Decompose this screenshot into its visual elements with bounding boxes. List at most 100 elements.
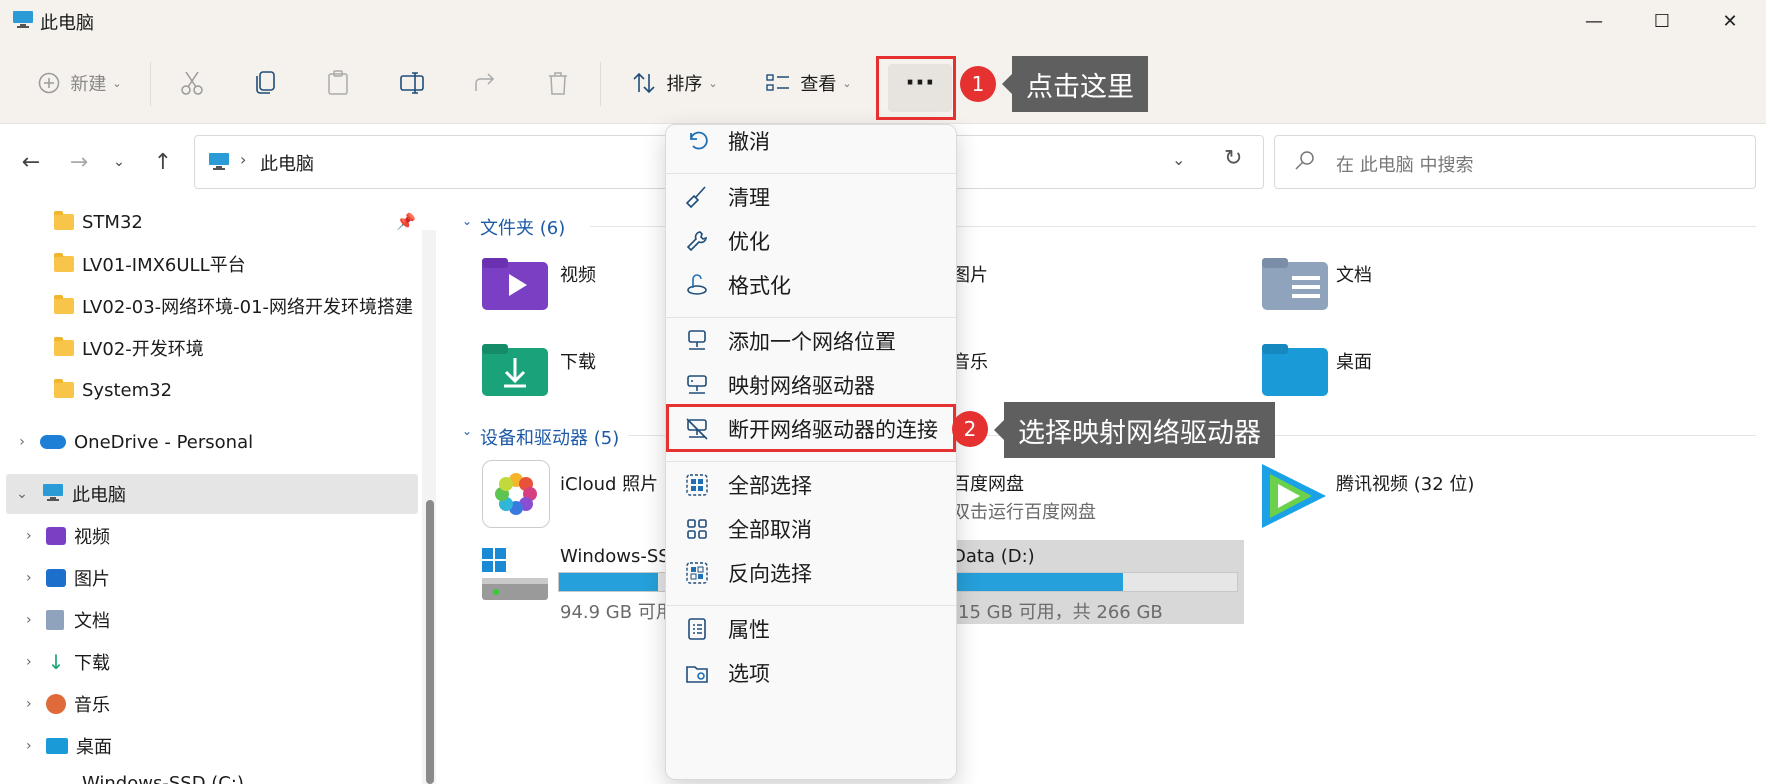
search-icon xyxy=(1294,150,1316,177)
menu-item-invert-selection[interactable]: 反向选择 xyxy=(670,550,952,596)
chevron-down-icon: ⌄ xyxy=(113,154,125,170)
forward-button[interactable]: → xyxy=(64,147,94,177)
view-button[interactable]: 查看 ⌄ xyxy=(754,42,864,124)
menu-item-wrench[interactable]: 优化 xyxy=(670,218,952,264)
folder-icon xyxy=(54,379,74,398)
up-button[interactable]: ↑ xyxy=(148,147,178,177)
address-dropdown-icon[interactable]: ⌄ xyxy=(1172,150,1185,169)
menu-item-options[interactable]: 选项 xyxy=(670,650,952,696)
nav-item-music[interactable]: › 音乐 xyxy=(0,684,420,724)
chevron-right-icon: › xyxy=(19,434,25,450)
menu-item-select-none[interactable]: 全部取消 xyxy=(670,506,952,552)
menu-item-network-location[interactable]: 添加一个网络位置 xyxy=(670,318,952,364)
step-1-badge: 1 xyxy=(960,66,996,102)
nav-item-quick-4[interactable]: LV02-开发环境 xyxy=(0,328,420,368)
cut-button[interactable] xyxy=(170,42,214,124)
nav-item-c-drive[interactable]: Windows-SSD (C:) xyxy=(0,770,420,784)
copy-button[interactable] xyxy=(244,42,288,124)
nav-item-desktop[interactable]: › 桌面 xyxy=(0,726,420,766)
nav-item-downloads[interactable]: › ↓ 下载 xyxy=(0,642,420,682)
map-drive-icon xyxy=(684,372,710,398)
menu-item-format[interactable]: 格式化 xyxy=(670,262,952,308)
nav-item-documents[interactable]: › 文档 xyxy=(0,600,420,640)
folder-tile-label[interactable]: 音乐 xyxy=(952,348,988,374)
recent-locations-button[interactable]: ⌄ xyxy=(104,147,134,177)
chevron-right-icon: › xyxy=(26,570,32,586)
menu-item-properties[interactable]: 属性 xyxy=(670,606,952,652)
menu-item-map-drive[interactable]: 映射网络驱动器 xyxy=(670,362,952,408)
trash-icon xyxy=(546,70,570,96)
nav-scrollbar-thumb[interactable] xyxy=(426,500,434,784)
arrow-up-icon: ↑ xyxy=(153,149,173,175)
chevron-down-icon: ⌄ xyxy=(708,76,718,90)
nav-item-videos[interactable]: › 视频 xyxy=(0,516,420,556)
device-tile-label[interactable]: Data (D:) xyxy=(952,546,1035,567)
folder-tile-label[interactable]: 视频 xyxy=(560,261,596,287)
nav-item-pictures[interactable]: › 图片 xyxy=(0,558,420,598)
sort-button[interactable]: 排序 ⌄ xyxy=(620,42,730,124)
device-tile-label[interactable]: 腾讯视频 (32 位) xyxy=(1336,470,1474,496)
menu-item-label: 反向选择 xyxy=(728,562,812,586)
chevron-down-icon[interactable]: ⌄ xyxy=(462,214,472,228)
device-tile-label[interactable]: iCloud 照片 xyxy=(560,470,658,496)
chevron-down-icon: ⌄ xyxy=(842,76,852,90)
folder-tile-label[interactable]: 图片 xyxy=(952,261,988,287)
documents-folder-icon xyxy=(1262,258,1328,315)
close-button[interactable]: ✕ xyxy=(1696,0,1764,42)
nav-item-label: 图片 xyxy=(74,569,110,590)
nav-item-quick-3[interactable]: LV02-03-网络环境-01-网络开发环境搭建 xyxy=(0,286,420,326)
nav-item-label: 文档 xyxy=(74,611,110,632)
paste-button[interactable] xyxy=(316,42,360,124)
nav-item-quick-2[interactable]: LV01-IMX6ULL平台 xyxy=(0,244,420,284)
rename-button[interactable] xyxy=(390,42,434,124)
menu-item-undo[interactable]: 撤消 xyxy=(670,118,952,164)
folder-tile-label[interactable]: 桌面 xyxy=(1336,348,1372,374)
refresh-icon[interactable]: ↻ xyxy=(1224,146,1242,171)
chevron-right-icon: › xyxy=(26,612,32,628)
sort-icon xyxy=(632,72,656,94)
menu-item-label: 添加一个网络位置 xyxy=(728,330,896,354)
breadcrumb-this-pc[interactable]: 此电脑 xyxy=(260,150,314,176)
breadcrumb-separator-icon: › xyxy=(240,150,247,169)
icloud-photos-icon xyxy=(482,460,550,528)
nav-item-quick-1[interactable]: STM32 xyxy=(0,202,420,242)
chevron-right-icon: › xyxy=(26,696,32,712)
menu-item-select-all[interactable]: 全部选择 xyxy=(670,462,952,508)
new-label: 新建 xyxy=(70,74,107,95)
nav-item-label: LV02-03-网络环境-01-网络开发环境搭建 xyxy=(82,297,414,318)
windows-drive-icon xyxy=(482,548,550,607)
folder-tile-label[interactable]: 文档 xyxy=(1336,261,1372,287)
share-button[interactable] xyxy=(464,42,508,124)
folder-tile-label[interactable]: 下载 xyxy=(560,348,596,374)
nav-item-onedrive[interactable]: › OneDrive - Personal xyxy=(0,422,420,462)
device-tile-label[interactable]: Windows-SS xyxy=(560,546,672,567)
nav-item-label: 下载 xyxy=(74,653,110,674)
folders-section-title[interactable]: 文件夹 (6) xyxy=(480,214,565,240)
annotation-highlight-box xyxy=(666,404,956,452)
nav-item-this-pc[interactable]: ⌄ 此电脑 xyxy=(0,474,420,514)
maximize-button[interactable]: ☐ xyxy=(1628,0,1696,42)
chevron-down-icon: ⌄ xyxy=(112,76,122,90)
menu-item-label: 格式化 xyxy=(728,274,791,298)
devices-section-title[interactable]: 设备和驱动器 (5) xyxy=(480,424,619,450)
minimize-button[interactable]: — xyxy=(1560,0,1628,42)
clipboard-icon xyxy=(326,70,350,96)
chevron-down-icon[interactable]: ⌄ xyxy=(462,424,472,438)
d-drive-usage-fill xyxy=(953,573,1124,591)
delete-button[interactable] xyxy=(536,42,580,124)
copy-icon xyxy=(254,70,278,96)
menu-item-label: 清理 xyxy=(728,186,770,210)
cloud-icon xyxy=(40,435,66,449)
menu-separator xyxy=(666,317,956,318)
video-folder-icon xyxy=(46,527,66,545)
menu-item-broom[interactable]: 清理 xyxy=(670,174,952,220)
view-label: 查看 xyxy=(800,74,837,95)
folder-icon xyxy=(54,211,74,230)
menu-item-label: 全部取消 xyxy=(728,518,812,542)
nav-item-quick-5[interactable]: System32 xyxy=(0,370,420,410)
new-button[interactable]: 新建 ⌄ xyxy=(30,42,130,124)
back-button[interactable]: ← xyxy=(16,147,46,177)
device-tile-label[interactable]: 百度网盘 xyxy=(952,470,1024,496)
menu-item-label: 撤消 xyxy=(728,130,770,154)
nav-item-label: 视频 xyxy=(74,527,110,548)
